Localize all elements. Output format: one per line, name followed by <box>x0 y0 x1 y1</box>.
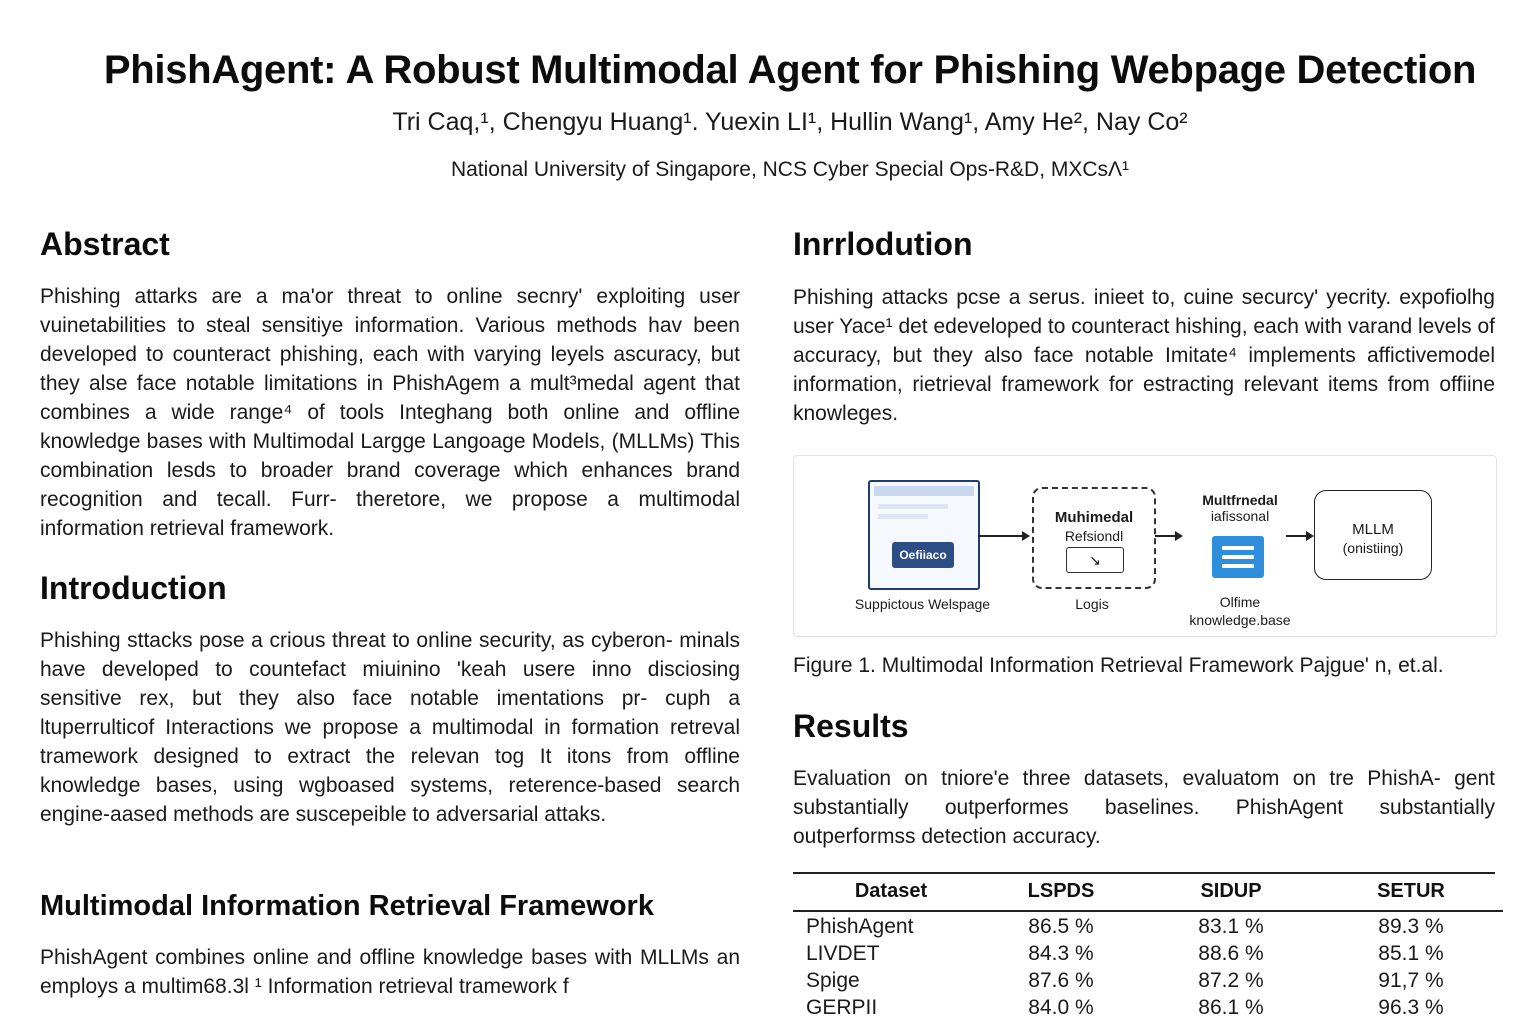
page-line <box>878 514 928 519</box>
framework-text: PhishAgent combines online and offline k… <box>40 946 740 998</box>
affiliation: National University of Singapore, NCS Cy… <box>450 158 1130 181</box>
arrow-3 <box>1286 531 1314 541</box>
table-row: Spige 87.6 % 87.2 % 91,7 % <box>806 967 1506 994</box>
table-cell: 87.2 % <box>1198 968 1264 992</box>
framework-heading: Multimodal Information Retrieval Framewo… <box>40 890 654 922</box>
webpage-node: Oefiiaco <box>868 480 980 590</box>
table-cell: 96.3 % <box>1378 995 1444 1019</box>
cursor-icon: ↘ <box>1066 547 1124 573</box>
database-icon <box>1212 536 1264 578</box>
results-table: Dataset LSPDS SIDUP SETUR PhishAgent 86.… <box>806 874 1506 1021</box>
table-header-row: Dataset LSPDS SIDUP SETUR <box>806 874 1506 908</box>
right-introduction-heading: Inrrlodution <box>793 226 973 262</box>
table-cell: 89.3 % <box>1378 914 1444 938</box>
mllm-node-title: MLLM <box>1352 521 1394 538</box>
figure-caption: Figure 1. Multimodal Information Retriev… <box>793 654 1444 677</box>
multimodal-node-title: Muhimedal <box>1054 509 1134 526</box>
arrow-2 <box>1155 531 1183 541</box>
page-line <box>878 504 948 509</box>
table-cell: GERPII <box>806 995 878 1019</box>
knowledge-label-line1: Olfime <box>1219 594 1261 610</box>
table-cell: 86.1 % <box>1198 995 1264 1019</box>
results-heading: Results <box>793 708 909 744</box>
table-cell: PhishAgent <box>806 914 914 938</box>
arrow-1 <box>978 531 1030 541</box>
webpage-button: Oefiiaco <box>892 542 954 568</box>
table-cell: 86.5 % <box>1028 914 1094 938</box>
abstract-heading: Abstract <box>40 226 170 262</box>
logis-label: Logis <box>1075 596 1109 612</box>
table-row: PhishAgent 86.5 % 83.1 % 89.3 % <box>806 908 1506 940</box>
right-introduction-text: Phishing attacks pcse a serus. inieet to… <box>793 286 1495 425</box>
multimodal-node: Muhimedal Refsiondl ↘ <box>1032 487 1156 589</box>
knowledge-label-line2: knowledge.base <box>1189 612 1291 628</box>
knowledge-node-title: Multfrnedal iafissonal <box>1180 492 1300 524</box>
table-cell: 84.0 % <box>1028 995 1094 1019</box>
mllm-node: MLLM (onistiing) <box>1314 490 1432 580</box>
table-header-cell: Dataset <box>854 879 928 902</box>
table-row: GERPII 84.0 % 86.1 % 96.3 % <box>806 994 1506 1021</box>
introduction-heading: Introduction <box>40 570 227 606</box>
browser-bar <box>874 486 974 496</box>
table-header-cell: SIDUP <box>1200 879 1262 902</box>
table-cell: 87.6 % <box>1028 968 1094 992</box>
knowledge-label: Olfime knowledge.base <box>1170 593 1310 629</box>
author-list: Tri Caq,¹, Chengyu Huang¹. Yuexin LI¹, H… <box>392 108 1188 136</box>
mllm-node-subtitle: (onistiing) <box>1342 540 1404 556</box>
paper-title: PhishAgent: A Robust Multimodal Agent fo… <box>103 48 1477 92</box>
table-cell: LIVDET <box>806 941 880 965</box>
table-cell: 83.1 % <box>1198 914 1264 938</box>
table-cell: 85.1 % <box>1378 941 1444 965</box>
introduction-text: Phishing sttacks pose a crious threat to… <box>40 629 740 826</box>
table-header-cell: LSPDS <box>1027 879 1095 902</box>
knowledge-node-title-line2: iafissonal <box>1210 508 1270 524</box>
table-row: LIVDET 84.3 % 88.6 % 85.1 % <box>806 940 1506 967</box>
results-text: Evaluation on tniore'e three datasets, e… <box>793 767 1495 848</box>
knowledge-node-title-line1: Multfrnedal <box>1202 492 1278 508</box>
table-cell: 88.6 % <box>1198 941 1264 965</box>
table-cell: 84.3 % <box>1028 941 1094 965</box>
table-header-cell: SETUR <box>1377 879 1445 902</box>
table-cell: 91,7 % <box>1378 968 1444 992</box>
webpage-label: Suppictous Welspage <box>854 596 991 612</box>
abstract-text: Phishing attarks are a ma'or threat to o… <box>40 285 740 540</box>
table-cell: Spige <box>806 968 860 992</box>
multimodal-node-subtitle: Refsiondl <box>1064 528 1124 544</box>
